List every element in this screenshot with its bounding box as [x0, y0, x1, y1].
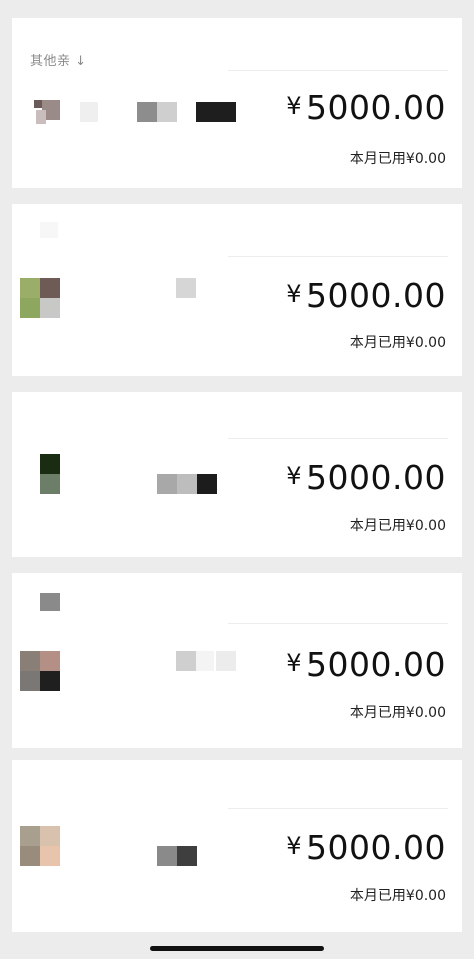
- monthly-used: 本月已用¥0.00: [349, 888, 446, 904]
- family-card-4[interactable]: ¥5000.00 本月已用¥0.00: [12, 573, 462, 748]
- section-label: 其他亲 ↓: [30, 54, 87, 69]
- divider: [228, 623, 448, 624]
- limit-amount: ¥5000.00: [286, 458, 446, 497]
- family-card-1[interactable]: 其他亲 ↓ ¥5000.00 本月已用¥0.00: [12, 18, 462, 188]
- blurred-fragment: [40, 222, 58, 238]
- divider: [228, 70, 448, 71]
- family-card-3[interactable]: ¥5000.00 本月已用¥0.00: [12, 392, 462, 557]
- family-card-5[interactable]: ¥5000.00 本月已用¥0.00: [12, 760, 462, 932]
- home-indicator[interactable]: [150, 946, 324, 951]
- monthly-used: 本月已用¥0.00: [349, 518, 446, 534]
- limit-amount: ¥5000.00: [286, 828, 446, 867]
- monthly-used: 本月已用¥0.00: [349, 335, 446, 351]
- divider: [228, 438, 448, 439]
- monthly-used: 本月已用¥0.00: [349, 705, 446, 721]
- family-card-2[interactable]: ¥5000.00 本月已用¥0.00: [12, 204, 462, 376]
- limit-amount: ¥5000.00: [286, 276, 446, 315]
- monthly-used: 本月已用¥0.00: [349, 151, 446, 167]
- blurred-fragment: [40, 593, 60, 611]
- limit-amount: ¥5000.00: [286, 645, 446, 684]
- divider: [228, 256, 448, 257]
- limit-amount: ¥5000.00: [286, 88, 446, 127]
- divider: [228, 808, 448, 809]
